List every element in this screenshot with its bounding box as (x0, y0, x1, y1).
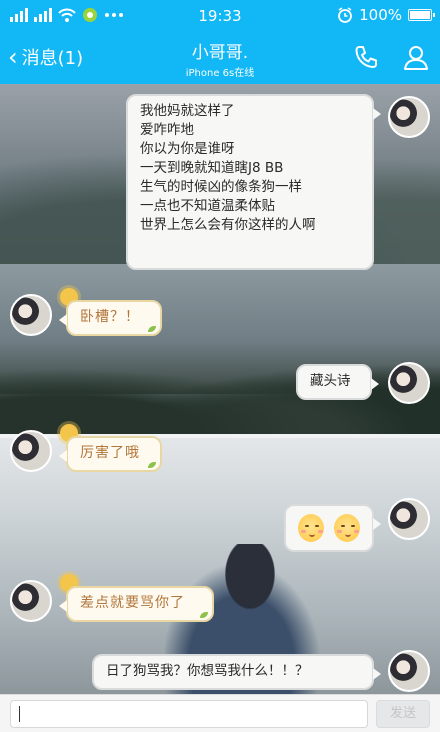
emoji-row (298, 512, 360, 542)
avatar-self[interactable] (388, 362, 430, 404)
avatar-self[interactable] (388, 96, 430, 138)
input-bar: 发送 (0, 694, 440, 732)
message-line: 世界上怎么会有你这样的人啊 (140, 217, 316, 233)
message-line: 一天到晚就知道瞎J8 BB (140, 160, 284, 176)
message-line: 生气的时候凶的像条狗一样 (140, 179, 302, 195)
message-text: 差点就要骂你了 (80, 595, 185, 611)
status-right: 100% (337, 6, 435, 24)
avatar-self[interactable] (388, 650, 430, 692)
message-bubble-outgoing[interactable]: 藏头诗 (296, 364, 379, 400)
message-bubble-outgoing[interactable] (284, 504, 381, 552)
chat-area[interactable]: 我他妈就这样了 爱咋咋地 你以为你是谁呀 一天到晚就知道瞎J8 BB 生气的时候… (0, 84, 440, 694)
message-text: 藏头诗 (310, 373, 351, 389)
alarm-clock-icon (338, 7, 353, 23)
message-text: 日了狗骂我？你想骂我什么！！？ (106, 663, 309, 679)
phone-icon[interactable] (352, 43, 380, 71)
message-line: 爱咋咋地 (140, 122, 194, 138)
text-cursor (19, 706, 20, 722)
leaf-decoration-icon (148, 462, 156, 468)
avatar-self[interactable] (388, 498, 430, 540)
message-line: 一点也不知道温柔体贴 (140, 198, 275, 214)
avatar-contact[interactable] (10, 430, 52, 472)
avatar-contact[interactable] (10, 580, 52, 622)
avatar-contact[interactable] (10, 294, 52, 336)
message-input[interactable] (10, 700, 368, 728)
profile-icon[interactable] (402, 43, 430, 71)
send-button[interactable]: 发送 (376, 700, 430, 728)
nav-actions (352, 43, 430, 71)
battery-percent: 100% (359, 6, 402, 24)
message-line: 你以为你是谁呀 (140, 141, 235, 157)
contact-status: iPhone 6s在线 (185, 68, 255, 79)
nav-bar: ‹ 消息(1) 小哥哥. iPhone 6s在线 (0, 32, 440, 84)
battery-icon (408, 9, 435, 21)
message-text: 厉害了哦 (80, 445, 140, 461)
message-line: 我他妈就这样了 (140, 103, 235, 119)
contact-name: 小哥哥. (191, 43, 249, 63)
chevron-left-icon: ‹ (8, 43, 18, 71)
message-bubble-outgoing[interactable]: 我他妈就这样了 爱咋咋地 你以为你是谁呀 一天到晚就知道瞎J8 BB 生气的时候… (126, 94, 381, 270)
message-bubble-incoming[interactable]: 厉害了哦 (59, 436, 162, 472)
message-text: 卧槽？！ (80, 309, 140, 325)
back-button[interactable]: ‹ 消息(1) (8, 44, 83, 70)
back-label: 消息(1) (21, 48, 84, 69)
blushing-face-icon (334, 514, 360, 542)
message-bubble-incoming[interactable]: 卧槽？！ (59, 300, 162, 336)
message-bubble-outgoing[interactable]: 日了狗骂我？你想骂我什么！！？ (92, 654, 381, 690)
leaf-decoration-icon (148, 326, 156, 332)
chat-screen: 19:33 100% ‹ 消息(1) 小哥哥. iPhone 6s在线 我他妈就… (0, 0, 440, 732)
leaf-decoration-icon (200, 612, 208, 618)
status-bar: 19:33 100% (0, 0, 440, 32)
message-bubble-incoming[interactable]: 差点就要骂你了 (59, 586, 214, 622)
blushing-face-icon (298, 514, 324, 542)
contact-title[interactable]: 小哥哥. iPhone 6s在线 (120, 38, 320, 79)
